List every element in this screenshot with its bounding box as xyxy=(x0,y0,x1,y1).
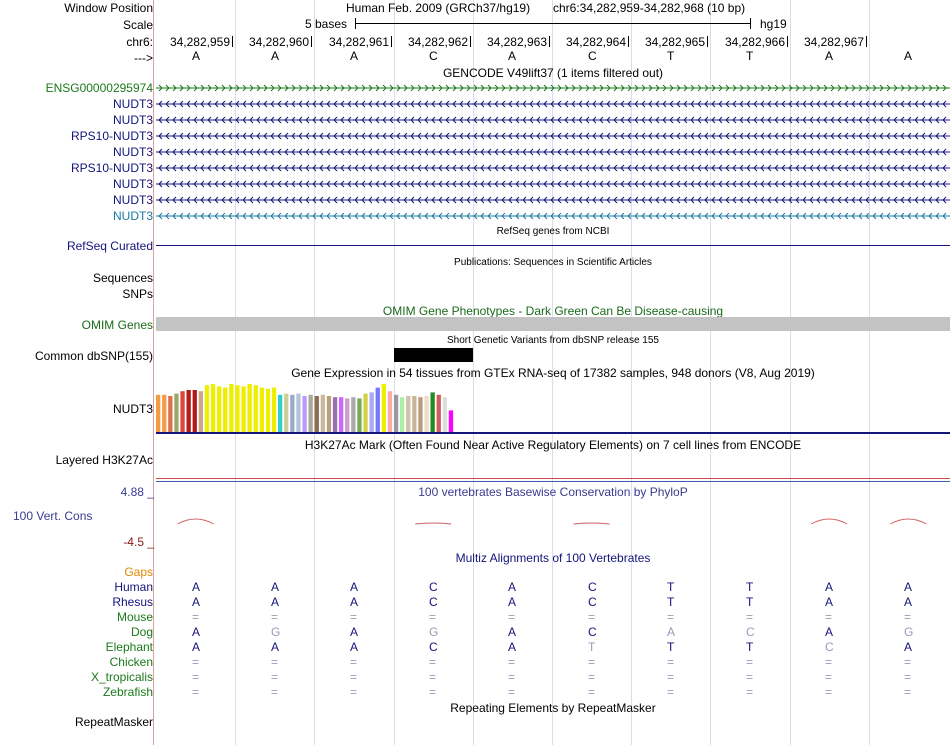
multiz-base: = xyxy=(588,685,596,699)
multiz-base: T xyxy=(746,640,754,654)
multiz-base: G xyxy=(429,625,439,639)
multiz-base: = xyxy=(429,610,437,624)
multiz-base: T xyxy=(746,595,754,609)
multiz-base: T xyxy=(667,580,675,594)
multiz-base: = xyxy=(429,670,437,684)
multiz-base: A xyxy=(508,640,517,654)
multiz-base: A xyxy=(904,595,913,609)
multiz-base: = xyxy=(746,685,754,699)
multiz-base: = xyxy=(667,685,675,699)
multiz-base: C xyxy=(746,625,755,639)
multiz-base: A xyxy=(825,580,834,594)
multiz-base: A xyxy=(904,580,913,594)
multiz-base: = xyxy=(271,655,279,669)
multiz-base: A xyxy=(271,595,280,609)
multiz-base: = xyxy=(667,655,675,669)
multiz-base: = xyxy=(350,685,358,699)
multiz-base: C xyxy=(588,625,597,639)
multiz-base: = xyxy=(904,685,912,699)
multiz-base: A xyxy=(508,595,517,609)
multiz-base: T xyxy=(588,640,596,654)
multiz-base: A xyxy=(192,625,201,639)
multiz-base: = xyxy=(350,670,358,684)
multiz-base: C xyxy=(825,640,834,654)
multiz-species-label[interactable]: Rhesus xyxy=(112,595,153,609)
multiz-base: = xyxy=(825,685,833,699)
multiz-base: = xyxy=(429,655,437,669)
multiz-base: = xyxy=(746,655,754,669)
phylop-peak[interactable] xyxy=(810,518,848,525)
multiz-species-label[interactable]: Human xyxy=(114,580,153,594)
multiz-base: = xyxy=(746,670,754,684)
multiz-base: T xyxy=(746,580,754,594)
multiz-base: = xyxy=(508,670,516,684)
multiz-base: = xyxy=(350,655,358,669)
multiz-base: A xyxy=(825,595,834,609)
multiz-base: C xyxy=(588,580,597,594)
multiz-gaps-label[interactable]: Gaps xyxy=(124,565,153,579)
phylop-peak[interactable] xyxy=(177,518,214,525)
multiz-base: = xyxy=(192,685,200,699)
multiz-base: T xyxy=(667,640,675,654)
multiz-species-label[interactable]: Zebrafish xyxy=(103,685,153,699)
multiz-base: A xyxy=(350,640,359,654)
multiz-base: = xyxy=(508,685,516,699)
phylop-peak[interactable] xyxy=(573,522,610,525)
multiz-base: = xyxy=(667,610,675,624)
repeatmasker-track-title[interactable]: Repeating Elements by RepeatMasker xyxy=(156,701,950,715)
multiz-base: C xyxy=(588,595,597,609)
multiz-base: = xyxy=(271,610,279,624)
multiz-base: A xyxy=(192,640,201,654)
multiz-base: = xyxy=(904,655,912,669)
multiz-base: A xyxy=(825,625,834,639)
multiz-base: A xyxy=(350,595,359,609)
multiz-base: = xyxy=(825,655,833,669)
multiz-base: A xyxy=(667,625,676,639)
multiz-base: C xyxy=(429,595,438,609)
multiz-base: A xyxy=(508,625,517,639)
multiz-species-label[interactable]: X_tropicalis xyxy=(91,670,153,684)
multiz-base: T xyxy=(667,595,675,609)
phylop-peak[interactable] xyxy=(890,518,927,525)
multiz-base: = xyxy=(429,685,437,699)
multiz-base: = xyxy=(508,655,516,669)
multiz-base: A xyxy=(508,580,517,594)
multiz-base: C xyxy=(429,640,438,654)
multiz-base: = xyxy=(904,610,912,624)
multiz-species-label[interactable]: Dog xyxy=(131,625,153,639)
multiz-track-title[interactable]: Multiz Alignments of 100 Vertebrates xyxy=(156,551,950,565)
multiz-base: = xyxy=(825,670,833,684)
multiz-base: G xyxy=(904,625,914,639)
multiz-base: A xyxy=(350,625,359,639)
multiz-species-label[interactable]: Mouse xyxy=(117,610,153,624)
multiz-base: = xyxy=(271,670,279,684)
multiz-base: = xyxy=(588,610,596,624)
multiz-base: = xyxy=(825,610,833,624)
multiz-base: = xyxy=(508,610,516,624)
multiz-base: A xyxy=(271,640,280,654)
repeatmasker-track-label[interactable]: RepeatMasker xyxy=(75,715,153,729)
multiz-species-label[interactable]: Chicken xyxy=(110,655,153,669)
multiz-base: A xyxy=(350,580,359,594)
multiz-base: = xyxy=(588,670,596,684)
multiz-species-label[interactable]: Elephant xyxy=(106,640,153,654)
multiz-base: A xyxy=(192,580,201,594)
multiz-base: = xyxy=(667,670,675,684)
multiz-base: = xyxy=(192,610,200,624)
multiz-base: = xyxy=(904,670,912,684)
phylop-peak[interactable] xyxy=(415,522,452,525)
multiz-base: A xyxy=(904,640,913,654)
multiz-base: = xyxy=(271,685,279,699)
multiz-base: = xyxy=(746,610,754,624)
multiz-base: = xyxy=(192,670,200,684)
multiz-base: = xyxy=(192,655,200,669)
multiz-base: = xyxy=(588,655,596,669)
multiz-base: = xyxy=(350,610,358,624)
multiz-base: G xyxy=(271,625,281,639)
multiz-base: C xyxy=(429,580,438,594)
multiz-base: A xyxy=(192,595,201,609)
multiz-base: A xyxy=(271,580,280,594)
